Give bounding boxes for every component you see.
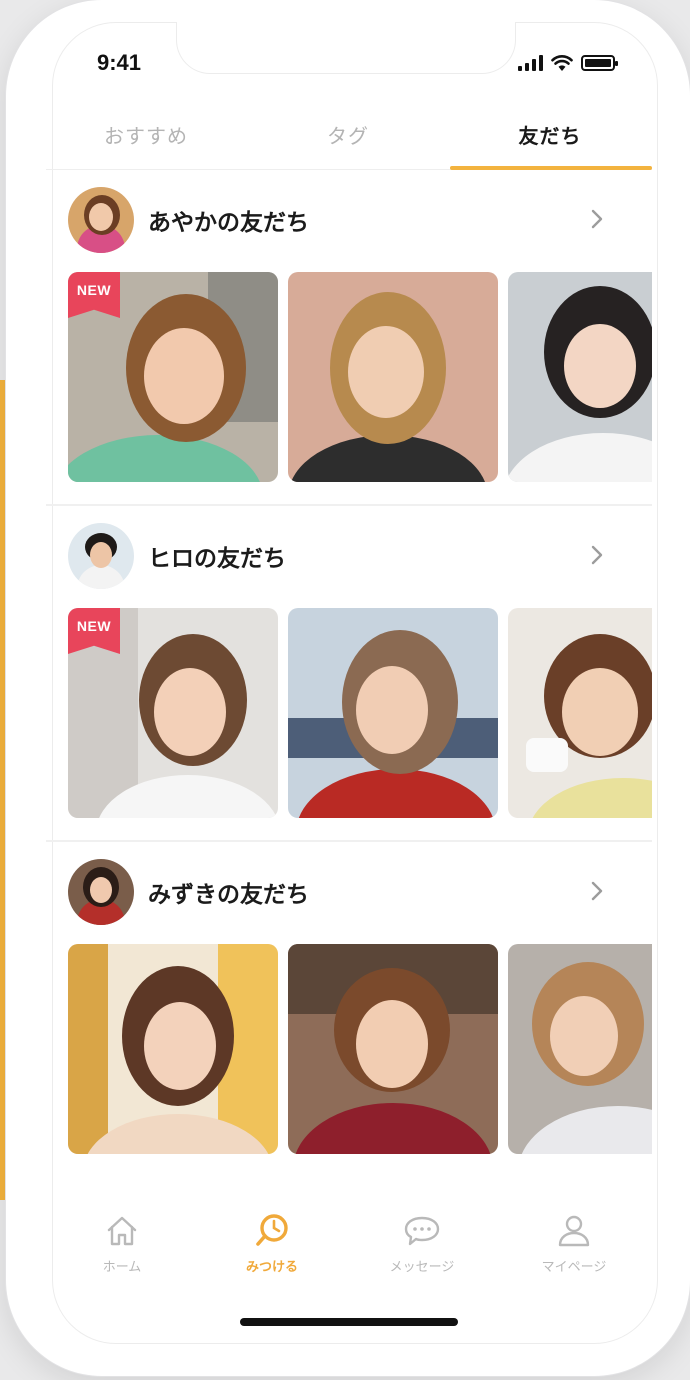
battery-icon — [581, 55, 618, 71]
friend-photo[interactable] — [508, 608, 652, 818]
bottom-nav: ホーム みつける メッセージ マイページ — [46, 1198, 652, 1288]
friend-photo[interactable] — [288, 944, 498, 1154]
friend-section-mizuki: みずきの友だち — [46, 858, 652, 1158]
tab-tags[interactable]: タグ — [248, 120, 448, 149]
nav-home[interactable]: ホーム — [46, 1212, 198, 1275]
avatar — [68, 187, 134, 253]
left-accent-strip — [0, 380, 5, 1200]
friend-photo[interactable] — [508, 272, 652, 482]
photo-row: NEW — [68, 608, 652, 818]
photo-row — [68, 944, 652, 1154]
nav-label: メッセージ — [389, 1260, 455, 1275]
search-icon — [256, 1214, 288, 1246]
section-title: あやかの友だち — [148, 210, 309, 236]
person-icon — [558, 1215, 590, 1247]
status-icons — [518, 50, 618, 76]
nav-label: みつける — [245, 1260, 298, 1275]
top-tabs: おすすめ タグ 友だち — [46, 108, 652, 170]
photo-row: NEW — [68, 272, 652, 482]
active-tab-indicator — [450, 166, 652, 170]
friend-section-ayaka: あやかの友だち NEW — [46, 186, 652, 486]
chevron-right-icon[interactable] — [586, 208, 608, 230]
section-header[interactable]: ヒロの友だち — [68, 522, 638, 590]
tab-recommended[interactable]: おすすめ — [46, 120, 246, 149]
friend-photo[interactable] — [68, 944, 278, 1154]
avatar — [68, 859, 134, 925]
nav-label: マイページ — [541, 1260, 607, 1275]
chevron-right-icon[interactable] — [586, 880, 608, 902]
home-icon — [107, 1216, 137, 1246]
friend-photo[interactable] — [508, 944, 652, 1154]
friend-photo[interactable] — [288, 608, 498, 818]
friend-section-hiro: ヒロの友だち NEW — [46, 522, 652, 822]
friend-photo[interactable]: NEW — [68, 608, 278, 818]
status-time: 9:41 — [97, 50, 142, 75]
nav-discover[interactable]: みつける — [196, 1212, 348, 1275]
section-header[interactable]: あやかの友だち — [68, 186, 638, 254]
section-divider — [46, 840, 652, 842]
section-header[interactable]: みずきの友だち — [68, 858, 638, 926]
avatar — [68, 523, 134, 589]
wifi-icon — [551, 55, 573, 71]
friend-photo[interactable]: NEW — [68, 272, 278, 482]
nav-label: ホーム — [102, 1260, 142, 1275]
home-indicator[interactable] — [240, 1318, 458, 1326]
chevron-right-icon[interactable] — [586, 544, 608, 566]
tab-friends[interactable]: 友だち — [450, 120, 650, 149]
nav-mypage[interactable]: マイページ — [498, 1212, 650, 1275]
nav-messages[interactable]: メッセージ — [346, 1212, 498, 1275]
section-title: みずきの友だち — [148, 882, 309, 908]
notch — [176, 22, 516, 74]
chat-bubble-icon — [404, 1216, 440, 1246]
friend-photo[interactable] — [288, 272, 498, 482]
section-title: ヒロの友だち — [148, 546, 286, 572]
signal-icon — [518, 55, 543, 71]
section-divider — [46, 504, 652, 506]
